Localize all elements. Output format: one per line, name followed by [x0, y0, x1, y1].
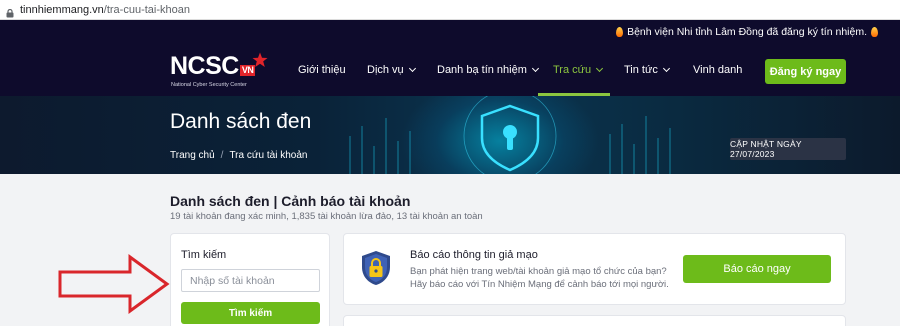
chevron-down-icon [408, 64, 416, 73]
chevron-down-icon [531, 64, 539, 73]
register-button[interactable]: Đăng ký ngay [765, 59, 846, 84]
section-stats: 19 tài khoản đang xác minh, 1,835 tài kh… [170, 211, 483, 222]
shield-lock-icon [362, 251, 390, 285]
announcement-text: Bệnh viện Nhi tỉnh Lâm Đồng đã đăng ký t… [627, 26, 867, 38]
account-search-input[interactable]: Nhập số tài khoản [181, 269, 320, 292]
fire-icon [616, 27, 624, 37]
search-panel: Tìm kiếm Nhập số tài khoản Tìm kiếm [170, 233, 330, 326]
nav-item-tin-tuc[interactable]: Tin tức [624, 44, 670, 96]
report-panel: Báo cáo thông tin giả mạo Bạn phát hiện … [343, 233, 846, 305]
ncsc-logo[interactable]: NCSC VN National Cyber Security Center [170, 52, 270, 92]
update-date-badge: CẬP NHẬT NGÀY 27/07/2023 [730, 138, 846, 160]
cyber-shield-illustration [349, 96, 671, 174]
annotation-arrow-icon [58, 254, 170, 314]
nav-item-danh-ba-tin-nhiem[interactable]: Danh bạ tín nhiệm [437, 44, 539, 96]
browser-address-bar[interactable]: tinnhiemmang.vn/tra-cuu-tai-khoan [0, 0, 900, 20]
nav-item-vinh-danh[interactable]: Vinh danh [693, 44, 742, 96]
report-title: Báo cáo thông tin giả mạo [410, 249, 538, 261]
announcement-note[interactable]: Bệnh viện Nhi tỉnh Lâm Đồng đã đăng ký t… [616, 26, 878, 38]
nav-label: Vinh danh [693, 64, 743, 76]
url-text: tinnhiemmang.vn/tra-cuu-tai-khoan [20, 3, 190, 16]
nav-label: Tin tức [624, 64, 658, 76]
page-title: Danh sách đen [170, 110, 312, 133]
main-navbar: NCSC VN National Cyber Security Center Gi… [0, 44, 900, 96]
section-title: Danh sách đen | Cảnh báo tài khoản [170, 193, 411, 209]
fire-icon [871, 27, 878, 37]
chevron-down-icon [662, 64, 670, 73]
breadcrumb-separator: / [220, 150, 224, 161]
star-icon [252, 52, 268, 67]
announcement-bar: Bệnh viện Nhi tỉnh Lâm Đồng đã đăng ký t… [0, 20, 900, 44]
nav-label: Tra cứu [553, 64, 592, 76]
nav-label: Dịch vụ [367, 64, 404, 76]
nav-item-tra-cuu[interactable]: Tra cứu [553, 44, 604, 96]
logo-wordmark: NCSC [170, 52, 239, 80]
chevron-down-icon [596, 64, 604, 73]
lock-icon [6, 5, 14, 18]
report-description: Bạn phát hiện trang web/tài khoản giả mạ… [410, 266, 669, 290]
search-label: Tìm kiếm [181, 249, 227, 261]
nav-label: Giới thiệu [298, 64, 346, 76]
nav-item-gioi-thieu[interactable]: Giới thiệu [298, 44, 346, 96]
hero-banner: Danh sách đen Trang chủ / Tra cứu tài kh… [0, 96, 900, 174]
breadcrumb: Trang chủ / Tra cứu tài khoản [170, 150, 307, 161]
breadcrumb-home[interactable]: Trang chủ [170, 150, 215, 161]
nav-item-dich-vu[interactable]: Dịch vụ [367, 44, 416, 96]
breadcrumb-current: Tra cứu tài khoản [229, 150, 308, 161]
logo-tagline: National Cyber Security Center [171, 82, 247, 88]
search-button[interactable]: Tìm kiếm [181, 302, 320, 324]
report-now-button[interactable]: Báo cáo ngay [683, 255, 831, 283]
result-row-partial [343, 315, 846, 326]
nav-label: Danh bạ tín nhiệm [437, 64, 527, 76]
